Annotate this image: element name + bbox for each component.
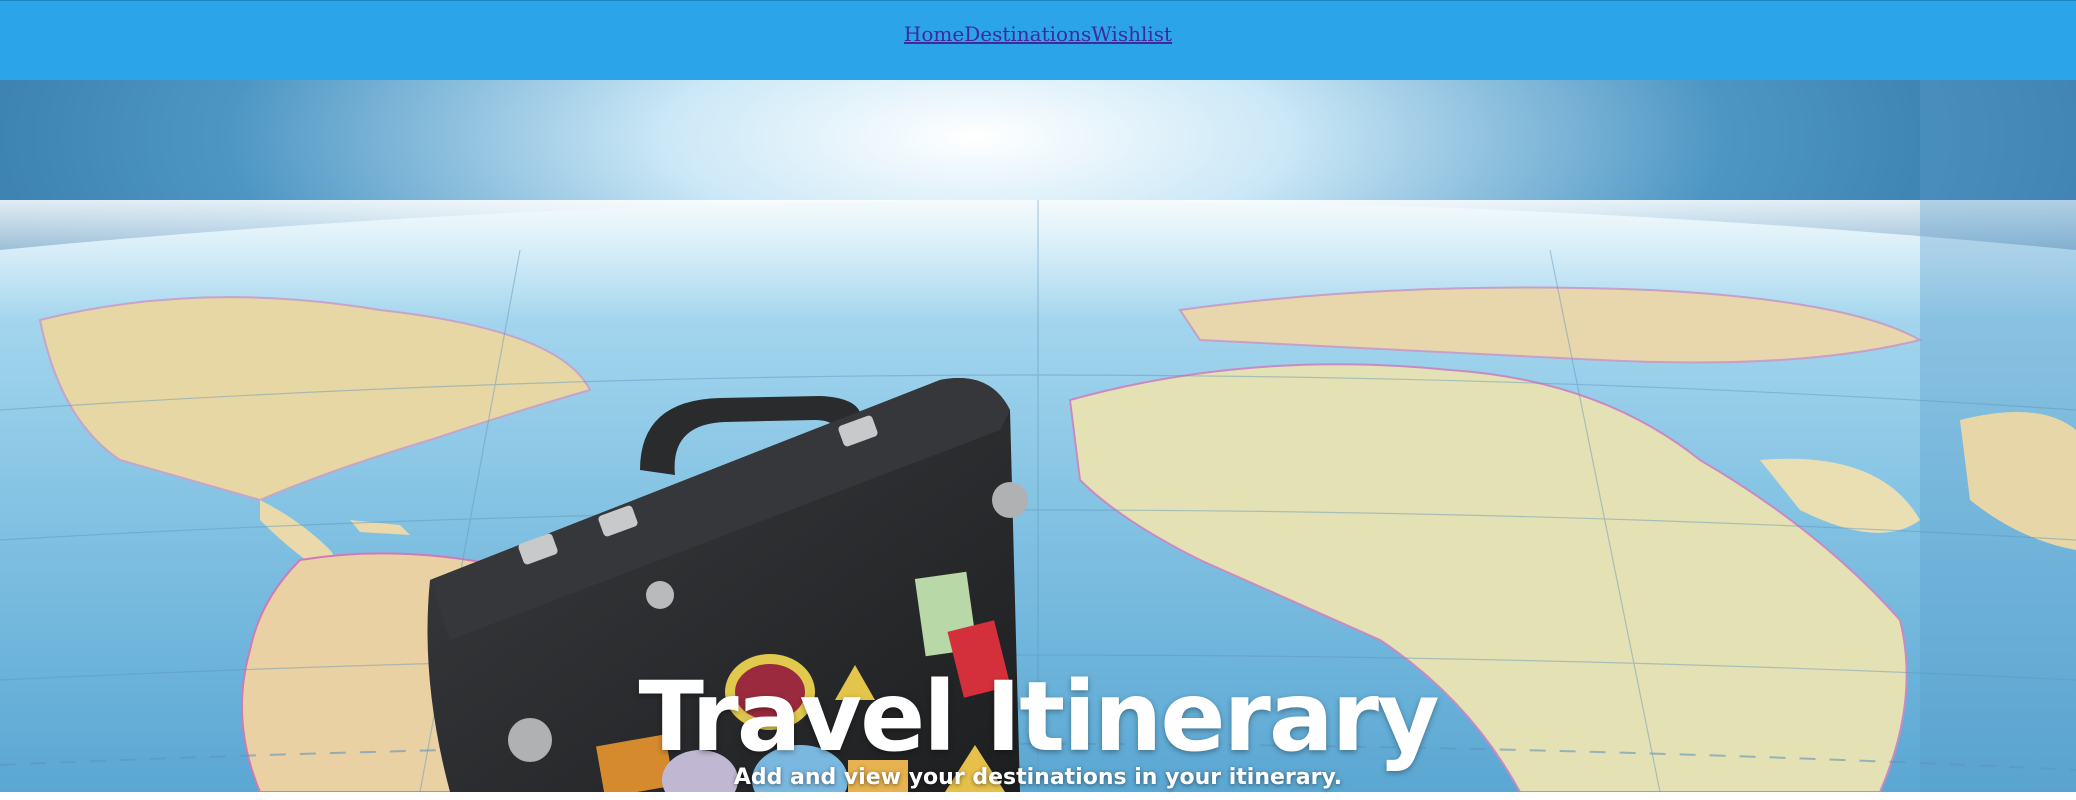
hero-title: Travel Itinerary	[638, 661, 1439, 773]
navbar: HomeDestinationsWishlist	[0, 0, 2076, 80]
hero-banner: Travel Itinerary	[0, 80, 2076, 792]
nav-link-home[interactable]: Home	[904, 22, 964, 46]
hero-subtitle: Add and view your destinations in your i…	[733, 765, 1343, 790]
nav-link-wishlist[interactable]: Wishlist	[1091, 22, 1172, 46]
nav-links: HomeDestinationsWishlist	[0, 22, 2076, 46]
nav-link-destinations[interactable]: Destinations	[964, 22, 1091, 46]
